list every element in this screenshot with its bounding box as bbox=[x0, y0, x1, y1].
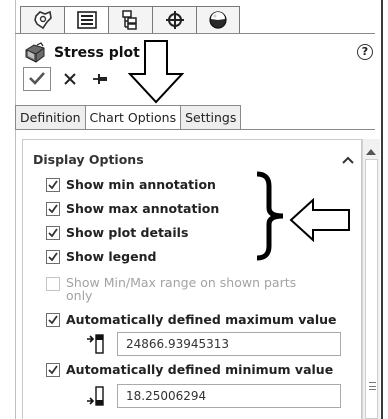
checkmark-icon bbox=[48, 315, 58, 325]
pushpin-icon bbox=[92, 70, 108, 89]
tab-definition[interactable]: Definition bbox=[15, 105, 85, 130]
max-value-icon bbox=[85, 333, 107, 355]
option-auto-min-value[interactable]: Automatically defined minimum value bbox=[46, 362, 333, 377]
scrollbar-grip-icon bbox=[369, 382, 376, 390]
chevron-up-icon bbox=[341, 150, 355, 169]
checkmark-icon bbox=[48, 180, 58, 190]
manager-icon-tabs bbox=[20, 6, 240, 34]
tab-configuration-manager[interactable] bbox=[108, 6, 152, 34]
min-value-input[interactable]: 18.25006294 bbox=[117, 384, 341, 408]
checkbox-label: Show plot details bbox=[66, 225, 189, 240]
panel-title-row: Stress plot bbox=[24, 42, 140, 64]
cancel-button[interactable] bbox=[57, 67, 83, 91]
tab-feature-manager[interactable] bbox=[20, 6, 64, 34]
collapse-button[interactable] bbox=[341, 150, 355, 164]
checkbox-label: Show legend bbox=[66, 249, 157, 264]
annotation-bracket bbox=[255, 170, 289, 266]
min-value-row: 18.25006294 bbox=[85, 384, 341, 408]
checkbox-show-max-annotation[interactable] bbox=[46, 202, 60, 216]
action-buttons bbox=[23, 67, 113, 91]
scroll-up-arrow-icon[interactable] bbox=[366, 149, 376, 155]
window-edge bbox=[381, 0, 383, 419]
option-show-legend[interactable]: Show legend bbox=[46, 249, 156, 264]
configuration-manager-icon bbox=[120, 10, 142, 30]
vertical-scrollbar[interactable] bbox=[362, 139, 380, 419]
dimxpert-icon bbox=[164, 10, 186, 30]
option-show-max-annotation[interactable]: Show max annotation bbox=[46, 201, 219, 216]
max-value-row: 24866.93945313 bbox=[85, 332, 341, 356]
checkbox-show-minmax-range[interactable] bbox=[46, 277, 60, 291]
option-show-minmax-range[interactable]: Show Min/Max range on shown parts only bbox=[46, 276, 316, 302]
checkmark-icon bbox=[48, 228, 58, 238]
checkbox-label: Automatically defined minimum value bbox=[66, 362, 334, 377]
checkbox-label: Show Min/Max range on shown parts only bbox=[66, 275, 297, 303]
group-header: Display Options bbox=[33, 152, 144, 167]
tab-display-manager[interactable] bbox=[196, 6, 240, 34]
ok-button[interactable] bbox=[23, 67, 51, 91]
scrollbar-thumb[interactable] bbox=[365, 159, 378, 419]
tab-property-manager[interactable] bbox=[64, 6, 108, 34]
tab-settings[interactable]: Settings bbox=[180, 105, 242, 130]
option-show-min-annotation[interactable]: Show min annotation bbox=[46, 177, 216, 192]
checkmark-icon bbox=[48, 252, 58, 262]
close-icon bbox=[64, 70, 76, 89]
property-manager-icon bbox=[76, 10, 98, 30]
checkbox-label: Automatically defined maximum value bbox=[66, 312, 337, 327]
stress-plot-icon bbox=[24, 42, 48, 64]
checkbox-label: Show min annotation bbox=[66, 177, 216, 192]
keep-visible-button[interactable] bbox=[87, 67, 113, 91]
checkbox-show-min-annotation[interactable] bbox=[46, 178, 60, 192]
checkmark-icon bbox=[48, 365, 58, 375]
tab-dimxpert-manager[interactable] bbox=[152, 6, 196, 34]
checkmark-icon bbox=[29, 70, 45, 89]
tab-chart-options[interactable]: Chart Options bbox=[84, 105, 181, 130]
annotation-left-arrow bbox=[289, 197, 351, 246]
checkbox-auto-max-value[interactable] bbox=[46, 313, 60, 327]
min-value-icon bbox=[85, 385, 107, 407]
tab-bar: Definition Chart Options Settings bbox=[15, 105, 242, 130]
page-title: Stress plot bbox=[54, 45, 140, 61]
tab-bar-divider bbox=[15, 129, 375, 130]
annotation-down-arrow bbox=[127, 40, 185, 108]
help-icon: ? bbox=[361, 45, 369, 58]
help-button[interactable]: ? bbox=[357, 44, 373, 60]
display-manager-icon bbox=[207, 10, 229, 30]
checkbox-label: Show max annotation bbox=[66, 201, 220, 216]
feature-manager-icon bbox=[32, 10, 54, 30]
option-auto-max-value[interactable]: Automatically defined maximum value bbox=[46, 312, 337, 327]
checkbox-show-plot-details[interactable] bbox=[46, 226, 60, 240]
checkbox-show-legend[interactable] bbox=[46, 250, 60, 264]
max-value-input[interactable]: 24866.93945313 bbox=[117, 332, 341, 356]
checkmark-icon bbox=[48, 204, 58, 214]
option-show-plot-details[interactable]: Show plot details bbox=[46, 225, 188, 240]
checkbox-auto-min-value[interactable] bbox=[46, 363, 60, 377]
icon-tabs-divider bbox=[15, 33, 375, 34]
